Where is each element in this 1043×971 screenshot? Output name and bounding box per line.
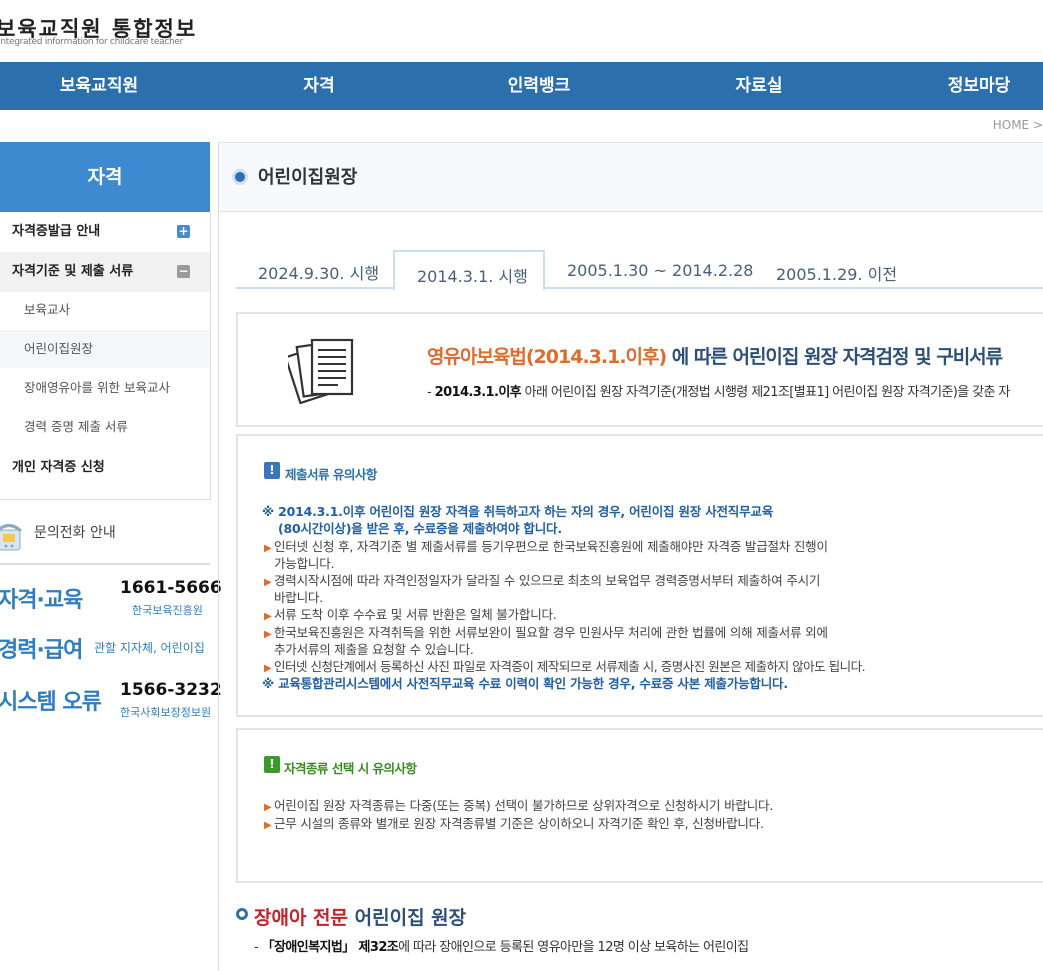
notice1-line-8-text: 한국보육진흥원은 자격취득을 위한 서류보완이 필요할 경우 민원사무 처리에 … bbox=[274, 625, 828, 640]
sidebar-menu: 자격증발급 안내 + 자격기준 및 제출 서류 − 보육교사 어린이집원장 장애… bbox=[0, 212, 211, 500]
contact-heading: 문의전화 안내 bbox=[34, 525, 116, 541]
sidebar-item-issuance[interactable]: 자격증발급 안내 + bbox=[0, 212, 210, 252]
intro-title: 영유아보육법(2014.3.1.이후) 에 따른 어린이집 원장 자격검정 및 … bbox=[427, 342, 1003, 369]
site-subtitle: Integrated information for childcare tea… bbox=[0, 37, 184, 47]
sidebar-item-label: 자격기준 및 제출 서류 bbox=[12, 264, 134, 279]
notice2-line-2-text: 근무 시설의 종류와 별개로 원장 자격종류별 기준은 상이하오니 자격기준 확… bbox=[274, 816, 764, 831]
triangle-icon: ▶ bbox=[264, 543, 272, 554]
collapse-minus-icon[interactable]: − bbox=[177, 265, 190, 278]
notice1-line-7: ▶ 서류 도착 이후 수수료 및 서류 반환은 일체 불가합니다. bbox=[264, 604, 557, 623]
sidebar-item-criteria[interactable]: 자격기준 및 제출 서류 − bbox=[0, 252, 210, 292]
section2-title-rest: 어린이집 원장 bbox=[348, 907, 467, 929]
tab-2005-2014[interactable]: 2005.1.30 ~ 2014.2.28 bbox=[567, 261, 753, 280]
contact-divider bbox=[0, 563, 210, 565]
intro-law: 영유아보육법(2014.3.1.이후) bbox=[427, 346, 667, 368]
intro-title-rest: 에 따른 어린이집 원장 자격검정 및 구비서류 bbox=[666, 346, 1003, 368]
sidebar-item-apply[interactable]: 개인 자격증 신청 bbox=[0, 448, 210, 488]
section2-desc-rest: 에 따라 장애인으로 등록된 영유아만을 12명 이상 보육하는 어린이집 bbox=[398, 940, 749, 955]
tabs-baseline bbox=[236, 287, 1043, 289]
notice1-line-5-text: 경력시작시점에 따라 자격인정일자가 달라질 수 있으므로 최초의 보육업무 경… bbox=[274, 573, 821, 588]
section-ring-icon bbox=[236, 908, 248, 920]
nav-item-teachers[interactable]: 보육교직원 bbox=[60, 62, 138, 110]
contact-label-career: 경력·급여 bbox=[0, 638, 83, 663]
nav-item-archive[interactable]: 자료실 bbox=[736, 62, 783, 110]
section2-title-red: 장애아 전문 bbox=[254, 907, 349, 929]
expand-plus-icon[interactable]: + bbox=[177, 225, 190, 238]
tab-2014[interactable]: 2014.3.1. 시행 bbox=[417, 263, 528, 287]
sidebar-title: 자격 bbox=[0, 142, 210, 212]
contact-number-education: 1661-5666 bbox=[120, 578, 222, 598]
triangle-icon: ▶ bbox=[264, 629, 272, 640]
intro-desc: - 2014.3.1.이후 아래 어린이집 원장 자격기준(개정법 시행령 제2… bbox=[427, 381, 1010, 400]
note-icon: ! bbox=[264, 462, 280, 479]
contact-org-education: 한국보육진흥원 bbox=[132, 604, 203, 617]
sidebar-item-label: 자격증발급 안내 bbox=[12, 224, 101, 239]
notice1-heading: 제출서류 유의사항 bbox=[285, 467, 377, 482]
contact-org-system: 한국사회보장정보원 bbox=[120, 706, 212, 719]
breadcrumb[interactable]: HOME > bbox=[993, 118, 1043, 132]
notice1-line-10-text: 인터넷 신청단계에서 등록하신 사진 파일로 자격증이 제작되므로 서류제출 시… bbox=[274, 659, 866, 674]
section2-desc: - 「장애인복지법」 제32조에 따라 장애인으로 등록된 영유아만을 12명 … bbox=[254, 936, 749, 955]
main-nav: 보육교직원 자격 인력뱅크 자료실 정보마당 bbox=[0, 62, 1043, 110]
notice2-line-2: ▶ 근무 시설의 종류와 별개로 원장 자격종류별 기준은 상이하오니 자격기준 … bbox=[264, 813, 764, 832]
notice1-line-7-text: 서류 도착 이후 수수료 및 서류 반환은 일체 불가합니다. bbox=[274, 607, 557, 622]
nav-item-info[interactable]: 정보마당 bbox=[948, 62, 1011, 110]
sidebar-subitem-special-teacher[interactable]: 장애영유아를 위한 보육교사 bbox=[0, 369, 210, 407]
phone-icon bbox=[0, 522, 24, 558]
contact-number-system: 1566-3232 bbox=[120, 680, 222, 700]
section2-desc-prefix: - bbox=[254, 940, 262, 955]
sidebar-subitem-teacher[interactable]: 보육교사 bbox=[0, 291, 210, 329]
notice1-line-3-text: 인터넷 신청 후, 자격기준 별 제출서류를 등기우편으로 한국보육진흥원에 제… bbox=[274, 539, 828, 554]
sidebar-subitem-director[interactable]: 어린이집원장 bbox=[0, 330, 210, 368]
contact-label-education: 자격·교육 bbox=[0, 588, 83, 613]
notice2-heading: 자격종류 선택 시 유의사항 bbox=[284, 761, 417, 776]
content-divider bbox=[218, 142, 219, 971]
notice1-line-11: ※ 교육통합관리시스템에서 사전직무교육 수료 이력이 확인 가능한 경우, 수… bbox=[262, 676, 788, 691]
notice2-line-1-text: 어린이집 원장 자격종류는 다중(또는 중복) 선택이 불가하므로 상위자격으로… bbox=[274, 798, 774, 813]
triangle-icon: ▶ bbox=[264, 802, 272, 813]
intro-desc-bold: 2014.3.1.이후 bbox=[434, 385, 522, 400]
notice1-line-3: ▶ 인터넷 신청 후, 자격기준 별 제출서류를 등기우편으로 한국보육진흥원에 … bbox=[264, 536, 828, 555]
triangle-icon: ▶ bbox=[264, 577, 272, 588]
intro-desc-prefix: - bbox=[427, 385, 435, 400]
document-icon bbox=[284, 336, 358, 408]
tab-2024[interactable]: 2024.9.30. 시행 bbox=[258, 260, 379, 284]
triangle-icon: ▶ bbox=[264, 820, 272, 831]
contact-org-career: 관할 지자체, 어린이집 bbox=[94, 641, 205, 655]
note-icon: ! bbox=[264, 756, 280, 773]
notice1-line-2: (80시간이상)을 받은 후, 수료증을 제출하여야 합니다. bbox=[278, 521, 562, 536]
tab-2005-before[interactable]: 2005.1.29. 이전 bbox=[776, 261, 897, 285]
section2-title: 장애아 전문 어린이집 원장 bbox=[254, 903, 466, 930]
notice1-line-5: ▶ 경력시작시점에 따라 자격인정일자가 달라질 수 있으므로 최초의 보육업무 … bbox=[264, 570, 820, 589]
nav-item-jobbank[interactable]: 인력뱅크 bbox=[508, 62, 571, 110]
triangle-icon: ▶ bbox=[264, 611, 272, 622]
sidebar-subitem-career-docs[interactable]: 경력 증명 제출 서류 bbox=[0, 408, 210, 446]
title-bullet-icon bbox=[232, 169, 248, 185]
intro-desc-rest: 아래 어린이집 원장 자격기준(개정법 시행령 제21조[별표1] 어린이집 원… bbox=[521, 385, 1011, 400]
nav-item-qualification[interactable]: 자격 bbox=[303, 62, 334, 110]
contact-label-system: 시스템 오류 bbox=[0, 690, 102, 715]
page-title: 어린이집원장 bbox=[258, 167, 358, 188]
section2-desc-bold: 「장애인복지법」 제32조 bbox=[261, 940, 399, 955]
notice2-line-1: ▶ 어린이집 원장 자격종류는 다중(또는 중복) 선택이 불가하므로 상위자격으… bbox=[264, 795, 773, 814]
